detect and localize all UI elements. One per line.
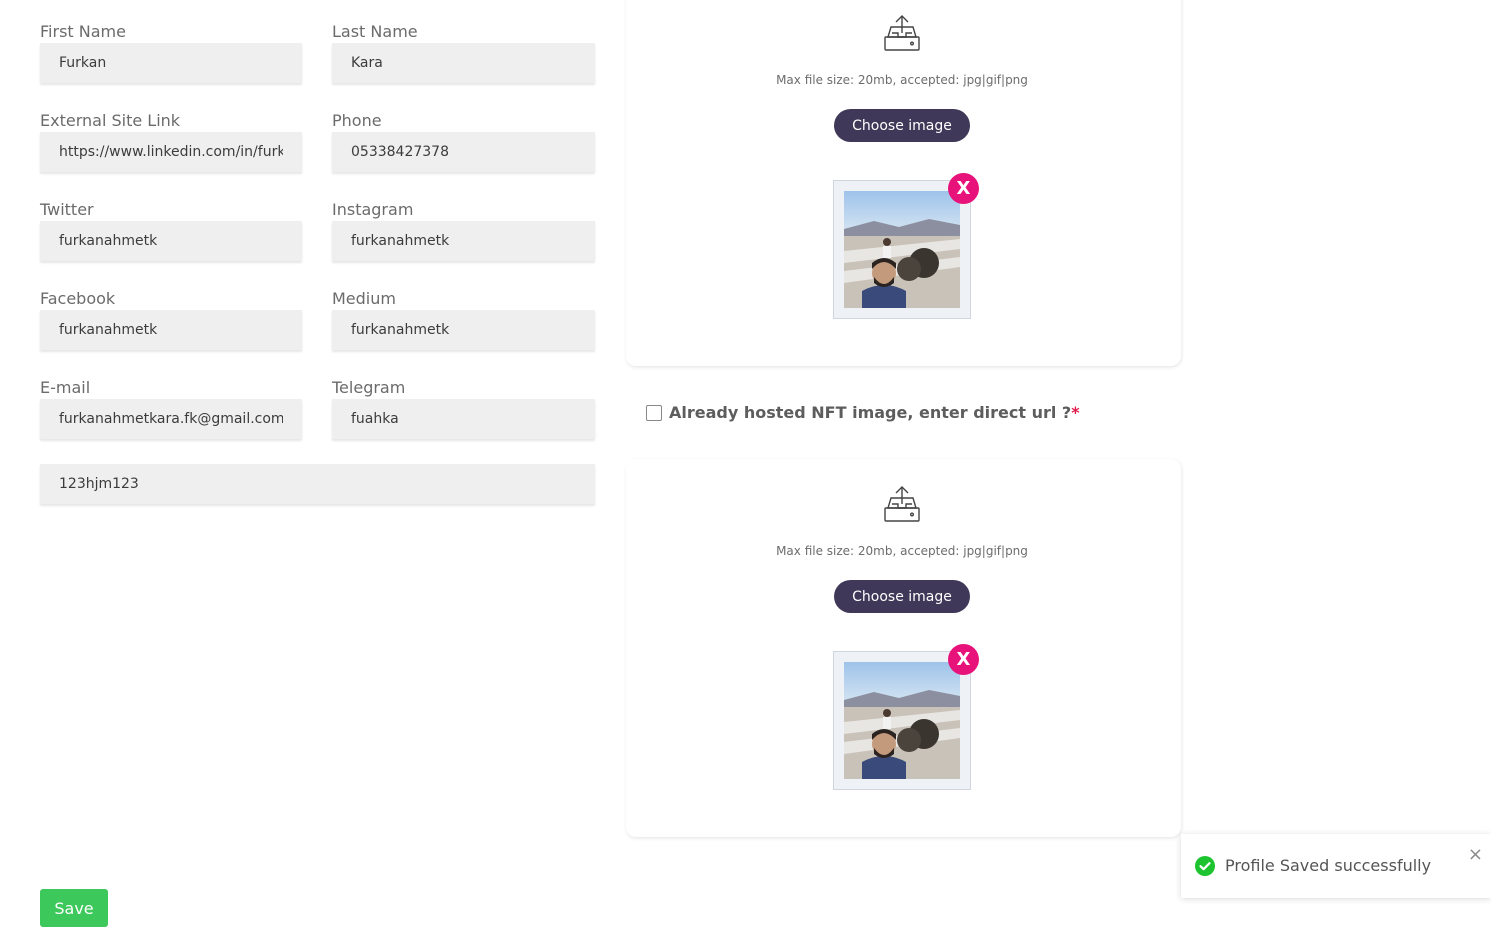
- profile-edit-page: First Name Last Name External Site Link …: [0, 0, 1491, 934]
- last-name-input[interactable]: [332, 43, 595, 83]
- upload-tray-icon: [882, 13, 922, 59]
- preview-photo: [844, 191, 960, 308]
- phone-label: Phone: [332, 111, 382, 130]
- twitter-label: Twitter: [40, 200, 94, 219]
- preview-photo: [844, 662, 960, 779]
- close-icon[interactable]: ×: [1468, 846, 1483, 864]
- external-link-input[interactable]: [40, 132, 302, 172]
- facebook-input[interactable]: [40, 310, 302, 350]
- medium-input[interactable]: [332, 310, 595, 350]
- success-toast: Profile Saved successfully ×: [1181, 834, 1491, 898]
- phone-input[interactable]: [332, 132, 595, 172]
- upload-tray-icon: [882, 484, 922, 530]
- save-button[interactable]: Save: [40, 889, 108, 927]
- first-name-input[interactable]: [40, 43, 302, 83]
- extra-text-input[interactable]: [40, 464, 595, 504]
- email-input[interactable]: [40, 399, 302, 439]
- hosted-nft-checkbox[interactable]: [646, 405, 662, 421]
- check-circle-icon: [1195, 856, 1215, 876]
- upload-note: Max file size: 20mb, accepted: jpg|gif|p…: [776, 544, 1028, 558]
- remove-image-button[interactable]: X: [948, 173, 979, 204]
- external-link-label: External Site Link: [40, 111, 181, 130]
- upload-card-bottom: Max file size: 20mb, accepted: jpg|gif|p…: [626, 459, 1181, 837]
- remove-image-button[interactable]: X: [948, 644, 979, 675]
- hosted-nft-label[interactable]: Already hosted NFT image, enter direct u…: [669, 403, 1080, 422]
- toast-message: Profile Saved successfully: [1225, 856, 1432, 875]
- telegram-label: Telegram: [332, 378, 406, 397]
- telegram-input[interactable]: [332, 399, 595, 439]
- email-label: E-mail: [40, 378, 91, 397]
- instagram-input[interactable]: [332, 221, 595, 261]
- image-preview: X: [833, 173, 979, 319]
- choose-image-button[interactable]: Choose image: [834, 580, 970, 613]
- twitter-input[interactable]: [40, 221, 302, 261]
- medium-label: Medium: [332, 289, 396, 308]
- facebook-label: Facebook: [40, 289, 116, 308]
- choose-image-button[interactable]: Choose image: [834, 109, 970, 142]
- upload-card-top: Max file size: 20mb, accepted: jpg|gif|p…: [626, 0, 1181, 366]
- first-name-label: First Name: [40, 22, 126, 41]
- last-name-label: Last Name: [332, 22, 418, 41]
- upload-note: Max file size: 20mb, accepted: jpg|gif|p…: [776, 73, 1028, 87]
- instagram-label: Instagram: [332, 200, 414, 219]
- image-preview: X: [833, 644, 979, 790]
- required-asterisk: *: [1071, 403, 1080, 422]
